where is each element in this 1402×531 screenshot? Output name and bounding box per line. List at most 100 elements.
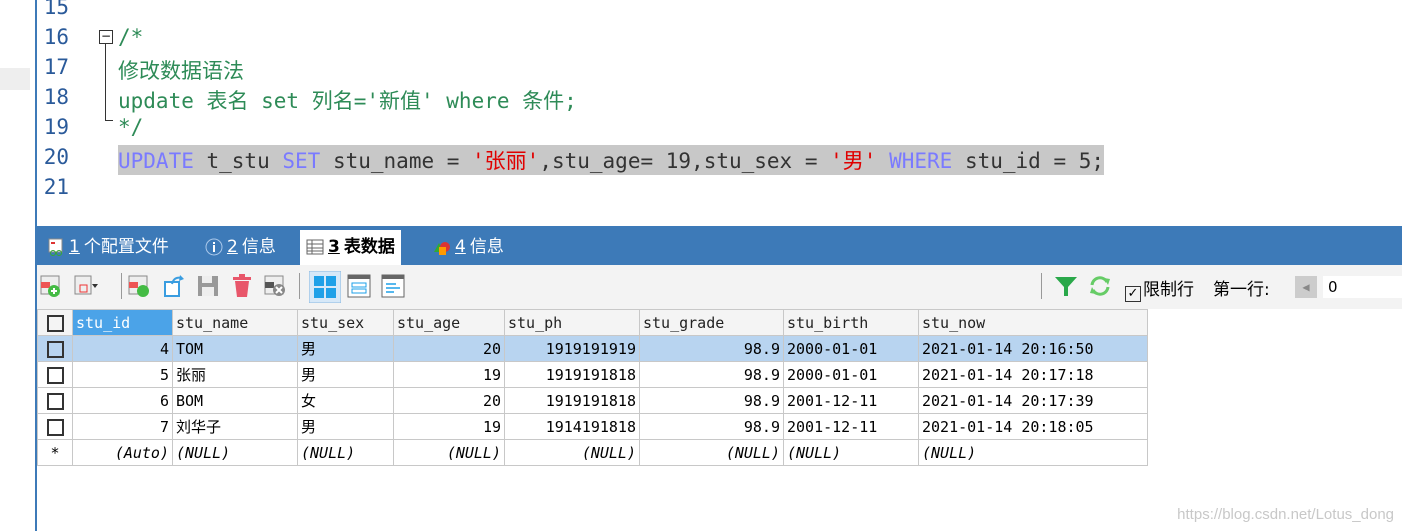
cell-stu_birth[interactable]: 2001-12-11 (783, 413, 919, 440)
cell-stu_age[interactable]: 19 (393, 413, 505, 440)
cell-stu_sex[interactable]: 女 (297, 387, 394, 414)
column-header-stu_grade[interactable]: stu_grade (639, 309, 784, 336)
cell-stu_ph[interactable]: 1919191818 (504, 387, 640, 414)
tab-profile[interactable]: 1 个配置文件 (41, 230, 175, 265)
data-grid: stu_id stu_name stu_sex stu_age stu_ph stu_gr… (37, 309, 1148, 466)
cell-stu_now[interactable]: 2021-01-14 20:17:39 (918, 387, 1148, 414)
table-row[interactable]: 5 张丽男 19 1919191818 98.9 2000-01-01 2021-01-14… (37, 361, 1148, 388)
column-header-stu_ph[interactable]: stu_ph (504, 309, 640, 336)
left-gutter (0, 0, 37, 531)
cell-stu_name[interactable]: TOM (172, 335, 298, 362)
cell-stu_grade[interactable]: 98.9 (639, 361, 784, 388)
cell-stu_grade[interactable]: 98.9 (639, 335, 784, 362)
grid-view-icon[interactable] (309, 271, 341, 303)
cell-new[interactable]: (NULL) (918, 439, 1148, 466)
sql-editor[interactable]: 15 16 17 18 19 20 21 − /* 修改数据语法 update … (37, 0, 1402, 226)
cell-stu_birth[interactable]: 2000-01-01 (783, 335, 919, 362)
cell-new[interactable]: (Auto) (72, 439, 173, 466)
cell-new[interactable]: (NULL) (783, 439, 919, 466)
cell-stu_sex[interactable]: 男 (297, 413, 394, 440)
line-number: 20 (43, 145, 69, 169)
cell-stu_birth[interactable]: 2001-12-11 (783, 387, 919, 414)
cell-stu_ph[interactable]: 1914191818 (504, 413, 640, 440)
refresh-icon[interactable] (1088, 274, 1112, 298)
new-row[interactable]: * (Auto) (NULL) (NULL) (NULL) (NULL) (NULL) (NU… (37, 439, 1148, 466)
cell-new[interactable]: (NULL) (504, 439, 640, 466)
tab-info-2[interactable]: 4 信息 (427, 230, 510, 265)
cell-stu_now[interactable]: 2021-01-14 20:16:50 (918, 335, 1148, 362)
filter-icon[interactable] (1054, 274, 1078, 298)
row-checkbox[interactable] (37, 361, 73, 388)
cell-stu_age[interactable]: 20 (393, 387, 505, 414)
column-header-stu_name[interactable]: stu_name (172, 309, 298, 336)
table-row[interactable]: 4 TOM 男 20 1919191919 98.9 2000-01-01 2021-01-1… (37, 335, 1148, 362)
cell-stu_sex[interactable]: 男 (297, 361, 394, 388)
delete-icon[interactable] (230, 274, 254, 298)
cell-stu_now[interactable]: 2021-01-14 20:18:05 (918, 413, 1148, 440)
cell-stu_age[interactable]: 19 (393, 361, 505, 388)
column-header-stu_now[interactable]: stu_now (918, 309, 1148, 336)
cell-stu_now[interactable]: 2021-01-14 20:17:18 (918, 361, 1148, 388)
cell-stu_name[interactable]: 张丽 (172, 361, 298, 388)
fold-toggle-icon[interactable]: − (99, 30, 113, 44)
keyword: SET (282, 149, 321, 173)
cell-stu_id[interactable]: 7 (72, 413, 173, 440)
cell-stu_birth[interactable]: 2000-01-01 (783, 361, 919, 388)
column-header-stu_id[interactable]: stu_id (72, 309, 173, 336)
cell-stu_name[interactable]: 刘华子 (172, 413, 298, 440)
tab-table-data[interactable]: 3 表数据 (300, 230, 401, 265)
cell-new[interactable]: (NULL) (172, 439, 298, 466)
code-text: ,stu_age= 19,stu_sex = (539, 149, 831, 173)
code-line: 修改数据语法 (118, 59, 244, 83)
cell-stu_sex[interactable]: 男 (297, 335, 394, 362)
first-row-input[interactable]: 0 (1323, 276, 1402, 298)
table-row[interactable]: 7 刘华子男 19 1914191818 98.9 2001-12-11 2021-01-1… (37, 413, 1148, 440)
tab-number: 3 (328, 237, 340, 257)
cell-stu_id[interactable]: 6 (72, 387, 173, 414)
cell-stu_id[interactable]: 4 (72, 335, 173, 362)
line-number: 16 (43, 25, 69, 49)
code-line-selected: UPDATE t_stu SET stu_name = '张丽',stu_age… (118, 145, 1105, 175)
limit-rows-checkbox[interactable]: ✓ 限制行 (1125, 275, 1194, 302)
separator (121, 273, 122, 299)
column-header-stu_birth[interactable]: stu_birth (783, 309, 919, 336)
save-icon[interactable] (196, 274, 220, 298)
cell-stu_ph[interactable]: 1919191818 (504, 361, 640, 388)
separator (1041, 273, 1042, 299)
cell-stu_grade[interactable]: 98.9 (639, 387, 784, 414)
select-all-checkbox[interactable] (37, 309, 73, 336)
grid-header-row: stu_id stu_name stu_sex stu_age stu_ph stu_gr… (37, 309, 1148, 336)
row-checkbox[interactable] (37, 335, 73, 362)
row-checkbox[interactable] (37, 387, 73, 414)
result-tabs: 1 个配置文件 2 信息 3 表数据 4 信息 (37, 226, 1402, 265)
add-row-icon[interactable] (128, 274, 152, 298)
form-view-icon[interactable] (347, 274, 371, 298)
table-row[interactable]: 6 BOM 女 20 1919191818 98.9 2001-12-11 2021-01-1… (37, 387, 1148, 414)
row-checkbox[interactable] (37, 413, 73, 440)
profile-icon (48, 238, 63, 256)
duplicate-row-dropdown-icon[interactable] (74, 274, 98, 298)
limit-rows-label: 限制行 (1143, 280, 1194, 300)
cell-stu_name[interactable]: BOM (172, 387, 298, 414)
insert-row-icon[interactable] (40, 274, 64, 298)
column-header-stu_sex[interactable]: stu_sex (297, 309, 394, 336)
cell-new[interactable]: (NULL) (393, 439, 505, 466)
line-number: 15 (43, 0, 69, 19)
cell-stu_id[interactable]: 5 (72, 361, 173, 388)
code-line: /* (118, 25, 144, 49)
table-icon (306, 239, 324, 255)
cell-new[interactable]: (NULL) (297, 439, 394, 466)
text-view-icon[interactable] (381, 274, 405, 298)
cell-stu_ph[interactable]: 1919191919 (504, 335, 640, 362)
cell-stu_grade[interactable]: 98.9 (639, 413, 784, 440)
tab-info[interactable]: 2 信息 (199, 230, 282, 265)
column-header-stu_age[interactable]: stu_age (393, 309, 505, 336)
checkbox-checked-icon: ✓ (1125, 286, 1141, 302)
first-row-label: 第一行: (1213, 280, 1270, 300)
cell-new[interactable]: (NULL) (639, 439, 784, 466)
cancel-changes-icon[interactable] (264, 274, 288, 298)
refresh-copy-icon[interactable] (162, 274, 186, 298)
prev-page-button[interactable]: ◀ (1295, 276, 1317, 298)
cell-stu_age[interactable]: 20 (393, 335, 505, 362)
